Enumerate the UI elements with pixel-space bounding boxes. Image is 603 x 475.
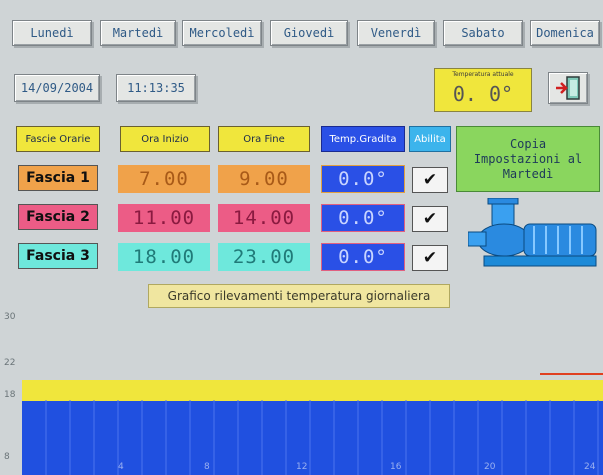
x-tick-16: 16 <box>390 462 402 472</box>
time-display: 11:13:35 <box>116 74 196 102</box>
header-fasce-orarie: Fascie Orarie <box>16 126 100 152</box>
header-temp-gradita: Temp.Gradita <box>321 126 405 152</box>
current-temperature-caption: Temperatura attuale <box>452 71 514 78</box>
header-ora-inizio: Ora Inizio <box>120 126 210 152</box>
fascia-3-start[interactable]: 18.00 <box>118 243 210 271</box>
y-tick-8: 8 <box>4 452 10 462</box>
fascia-2-temp[interactable]: 0.0° <box>321 204 405 232</box>
fascia-1-start[interactable]: 7.00 <box>118 165 210 193</box>
fascia-2-label: Fascia 2 <box>18 204 98 230</box>
fascia-1-end[interactable]: 9.00 <box>218 165 310 193</box>
fascia-2-start[interactable]: 11.00 <box>118 204 210 232</box>
exit-door-icon <box>556 76 580 100</box>
x-tick-20: 20 <box>484 462 496 472</box>
copy-settings-button[interactable]: Copia Impostazioni al Martedì <box>456 126 600 192</box>
temperature-graph <box>22 373 603 475</box>
fascia-3-end[interactable]: 23.00 <box>218 243 310 271</box>
pump-icon <box>468 198 597 267</box>
y-tick-22: 22 <box>4 358 16 368</box>
header-ora-fine: Ora Fine <box>218 126 310 152</box>
x-tick-24: 24 <box>584 462 596 472</box>
x-tick-4: 4 <box>118 462 124 472</box>
fascia-2-end[interactable]: 14.00 <box>218 204 310 232</box>
y-tick-30: 30 <box>4 312 16 322</box>
current-temperature-value: 0. 0° <box>452 82 514 106</box>
y-tick-18: 18 <box>4 390 16 400</box>
x-tick-12: 12 <box>296 462 308 472</box>
fascia-1-label: Fascia 1 <box>18 165 98 191</box>
fascia-3-label: Fascia 3 <box>18 243 98 269</box>
exit-button[interactable] <box>548 72 588 104</box>
x-tick-8: 8 <box>204 462 210 472</box>
fascia-1-temp[interactable]: 0.0° <box>321 165 405 193</box>
fascia-1-enable-checkbox[interactable]: ✔ <box>412 167 448 193</box>
fascia-3-temp[interactable]: 0.0° <box>321 243 405 271</box>
fascia-2-enable-checkbox[interactable]: ✔ <box>412 206 448 232</box>
day-button-sabato[interactable]: Sabato <box>443 20 523 46</box>
day-button-domenica[interactable]: Domenica <box>530 20 600 46</box>
day-button-martedi[interactable]: Martedì <box>100 20 176 46</box>
day-button-giovedi[interactable]: Giovedì <box>270 20 348 46</box>
day-button-venerdi[interactable]: Venerdì <box>357 20 435 46</box>
header-abilita: Abilita <box>409 126 451 152</box>
copy-settings-label: Copia Impostazioni al Martedì <box>473 136 583 181</box>
date-display: 14/09/2004 <box>14 74 100 102</box>
fascia-3-enable-checkbox[interactable]: ✔ <box>412 245 448 271</box>
current-temperature-panel: Temperatura attuale 0. 0° <box>434 68 532 112</box>
day-button-mercoledi[interactable]: Mercoledì <box>182 20 262 46</box>
day-button-lunedi[interactable]: Lunedì <box>12 20 92 46</box>
